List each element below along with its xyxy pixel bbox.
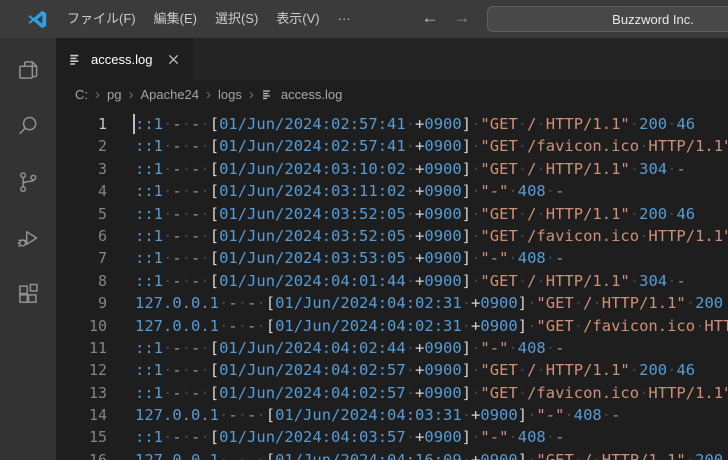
log-line[interactable]: 9 127.0.0.1·-·-·[01/Jun/2024:04:02:31·+09… [56, 292, 728, 314]
log-line[interactable]: 6::1·-·-·[01/Jun/2024:03:52:05·+0900]·"G… [56, 225, 728, 247]
run-and-debug-icon[interactable] [0, 210, 56, 266]
line-number: 4 [97, 182, 107, 201]
log-line[interactable]: 16 127.0.0.1·-·-·[01/Jun/2024:04:16:09·+0… [56, 449, 728, 460]
log-text: 127.0.0.1·-·-·[01/Jun/2024:04:02:31·+090… [135, 316, 728, 335]
log-text: ::1·-·-·[01/Jun/2024:02:57:41·+0900]·"GE… [135, 115, 696, 133]
menu-more-icon[interactable]: ··· [329, 0, 360, 38]
log-line[interactable]: 13::1·-·-·[01/Jun/2024:04:02:57·+0900]·"… [56, 382, 728, 404]
breadcrumb: C: › pg › Apache24 › logs › access.log [56, 80, 728, 108]
log-line[interactable]: 14 127.0.0.1·-·-·[01/Jun/2024:04:03:31·+0… [56, 404, 728, 426]
command-center-text: Buzzword Inc. [612, 11, 694, 27]
line-number: 11 [88, 338, 107, 357]
log-line[interactable]: 4::1·-·-·[01/Jun/2024:03:11:02·+0900]·"-… [56, 180, 728, 202]
breadcrumb-file[interactable]: access.log [281, 87, 342, 102]
editor-pane[interactable]: 1::1·-·-·[01/Jun/2024:02:57:41·+0900]·"G… [56, 108, 728, 460]
log-file-icon [262, 89, 270, 99]
line-number: 5 [97, 204, 107, 223]
line-number: 7 [97, 249, 107, 268]
log-text: ::1·-·-·[01/Jun/2024:02:57:41·+0900]·"GE… [135, 137, 728, 156]
log-text: ::1·-·-·[01/Jun/2024:04:02:57·+0900]·"GE… [135, 383, 728, 402]
chevron-right-icon: › [248, 85, 254, 103]
menu-selection[interactable]: 選択(S) [206, 0, 267, 38]
tab-access-log[interactable]: access.log [56, 38, 194, 80]
log-text: ::1·-·-·[01/Jun/2024:04:02:44·+0900]·"-"… [135, 338, 565, 357]
log-line[interactable]: 15::1·-·-·[01/Jun/2024:04:03:57·+0900]·"… [56, 426, 728, 448]
chevron-right-icon: › [95, 85, 100, 103]
line-number: 2 [97, 137, 107, 156]
command-center-search[interactable]: Buzzword Inc. [487, 6, 728, 32]
line-number: 12 [88, 361, 107, 380]
menu-view[interactable]: 表示(V) [267, 0, 328, 38]
breadcrumb-item-apache24[interactable]: Apache24 [140, 87, 199, 102]
breadcrumb-item-pg[interactable]: pg [107, 87, 121, 102]
close-icon[interactable] [166, 52, 181, 67]
extensions-icon[interactable] [0, 266, 56, 322]
tab-bar: access.log [56, 38, 728, 80]
source-control-icon[interactable] [0, 154, 56, 210]
log-line[interactable]: 3::1·-·-·[01/Jun/2024:03:10:02·+0900]·"G… [56, 158, 728, 180]
back-arrow-icon[interactable]: ← [417, 0, 443, 38]
log-line[interactable]: 11::1·-·-·[01/Jun/2024:04:02:44·+0900]·"… [56, 337, 728, 359]
line-number: 1 [97, 115, 107, 133]
log-text: ::1·-·-·[01/Jun/2024:04:01:44·+0900]·"GE… [135, 271, 686, 290]
line-number: 15 [88, 428, 107, 447]
line-number: 8 [97, 271, 107, 290]
log-line[interactable]: 2::1·-·-·[01/Jun/2024:02:57:41·+0900]·"G… [56, 135, 728, 157]
log-text: 127.0.0.1·-·-·[01/Jun/2024:04:03:31·+090… [135, 406, 621, 425]
log-text: ::1·-·-·[01/Jun/2024:03:52:05·+0900]·"GE… [135, 204, 696, 223]
log-text: ::1·-·-·[01/Jun/2024:04:02:57·+0900]·"GE… [135, 361, 696, 380]
log-text: 127.0.0.1·-·-·[01/Jun/2024:04:02:31·+090… [135, 294, 724, 313]
log-text: ::1·-·-·[01/Jun/2024:03:52:05·+0900]·"GE… [135, 226, 728, 245]
line-number: 9 [97, 294, 107, 313]
line-number: 13 [88, 383, 107, 402]
log-line[interactable]: 7::1·-·-·[01/Jun/2024:03:53:05·+0900]·"-… [56, 247, 728, 269]
log-line[interactable]: 10 127.0.0.1·-·-·[01/Jun/2024:04:02:31·+0… [56, 315, 728, 337]
forward-arrow-icon[interactable]: → [449, 0, 475, 38]
line-number: 10 [88, 316, 107, 335]
menu-file[interactable]: ファイル(F) [58, 0, 145, 38]
vscode-logo-icon [27, 9, 48, 30]
breadcrumb-item-drive[interactable]: C: [75, 87, 88, 102]
line-number: 3 [97, 159, 107, 178]
log-text: ::1·-·-·[01/Jun/2024:04:03:57·+0900]·"-"… [135, 428, 565, 447]
menu-edit[interactable]: 編集(E) [145, 0, 206, 38]
log-file-icon [70, 54, 79, 65]
search-icon[interactable] [0, 98, 56, 154]
line-number: 6 [97, 226, 107, 245]
log-line[interactable]: 8::1·-·-·[01/Jun/2024:04:01:44·+0900]·"G… [56, 270, 728, 292]
explorer-icon[interactable] [0, 42, 56, 98]
log-text: ::1·-·-·[01/Jun/2024:03:11:02·+0900]·"-"… [135, 182, 565, 201]
text-cursor [133, 114, 135, 134]
chevron-right-icon: › [128, 85, 134, 103]
log-line[interactable]: 5::1·-·-·[01/Jun/2024:03:52:05·+0900]·"G… [56, 203, 728, 225]
log-line[interactable]: 12::1·-·-·[01/Jun/2024:04:02:57·+0900]·"… [56, 359, 728, 381]
log-text: 127.0.0.1·-·-·[01/Jun/2024:04:16:09·+090… [135, 450, 724, 460]
title-bar: ファイル(F) 編集(E) 選択(S) 表示(V) ··· ← → Buzzwo… [0, 0, 728, 38]
activity-bar [0, 38, 56, 460]
breadcrumb-item-logs[interactable]: logs [218, 87, 242, 102]
line-number: 16 [88, 450, 107, 460]
tab-label: access.log [91, 51, 153, 67]
chevron-right-icon: › [206, 85, 212, 103]
log-text: ::1·-·-·[01/Jun/2024:03:10:02·+0900]·"GE… [135, 159, 686, 178]
log-line[interactable]: 1::1·-·-·[01/Jun/2024:02:57:41·+0900]·"G… [56, 113, 728, 135]
line-number: 14 [88, 406, 107, 425]
log-text: ::1·-·-·[01/Jun/2024:03:53:05·+0900]·"-"… [135, 249, 565, 268]
